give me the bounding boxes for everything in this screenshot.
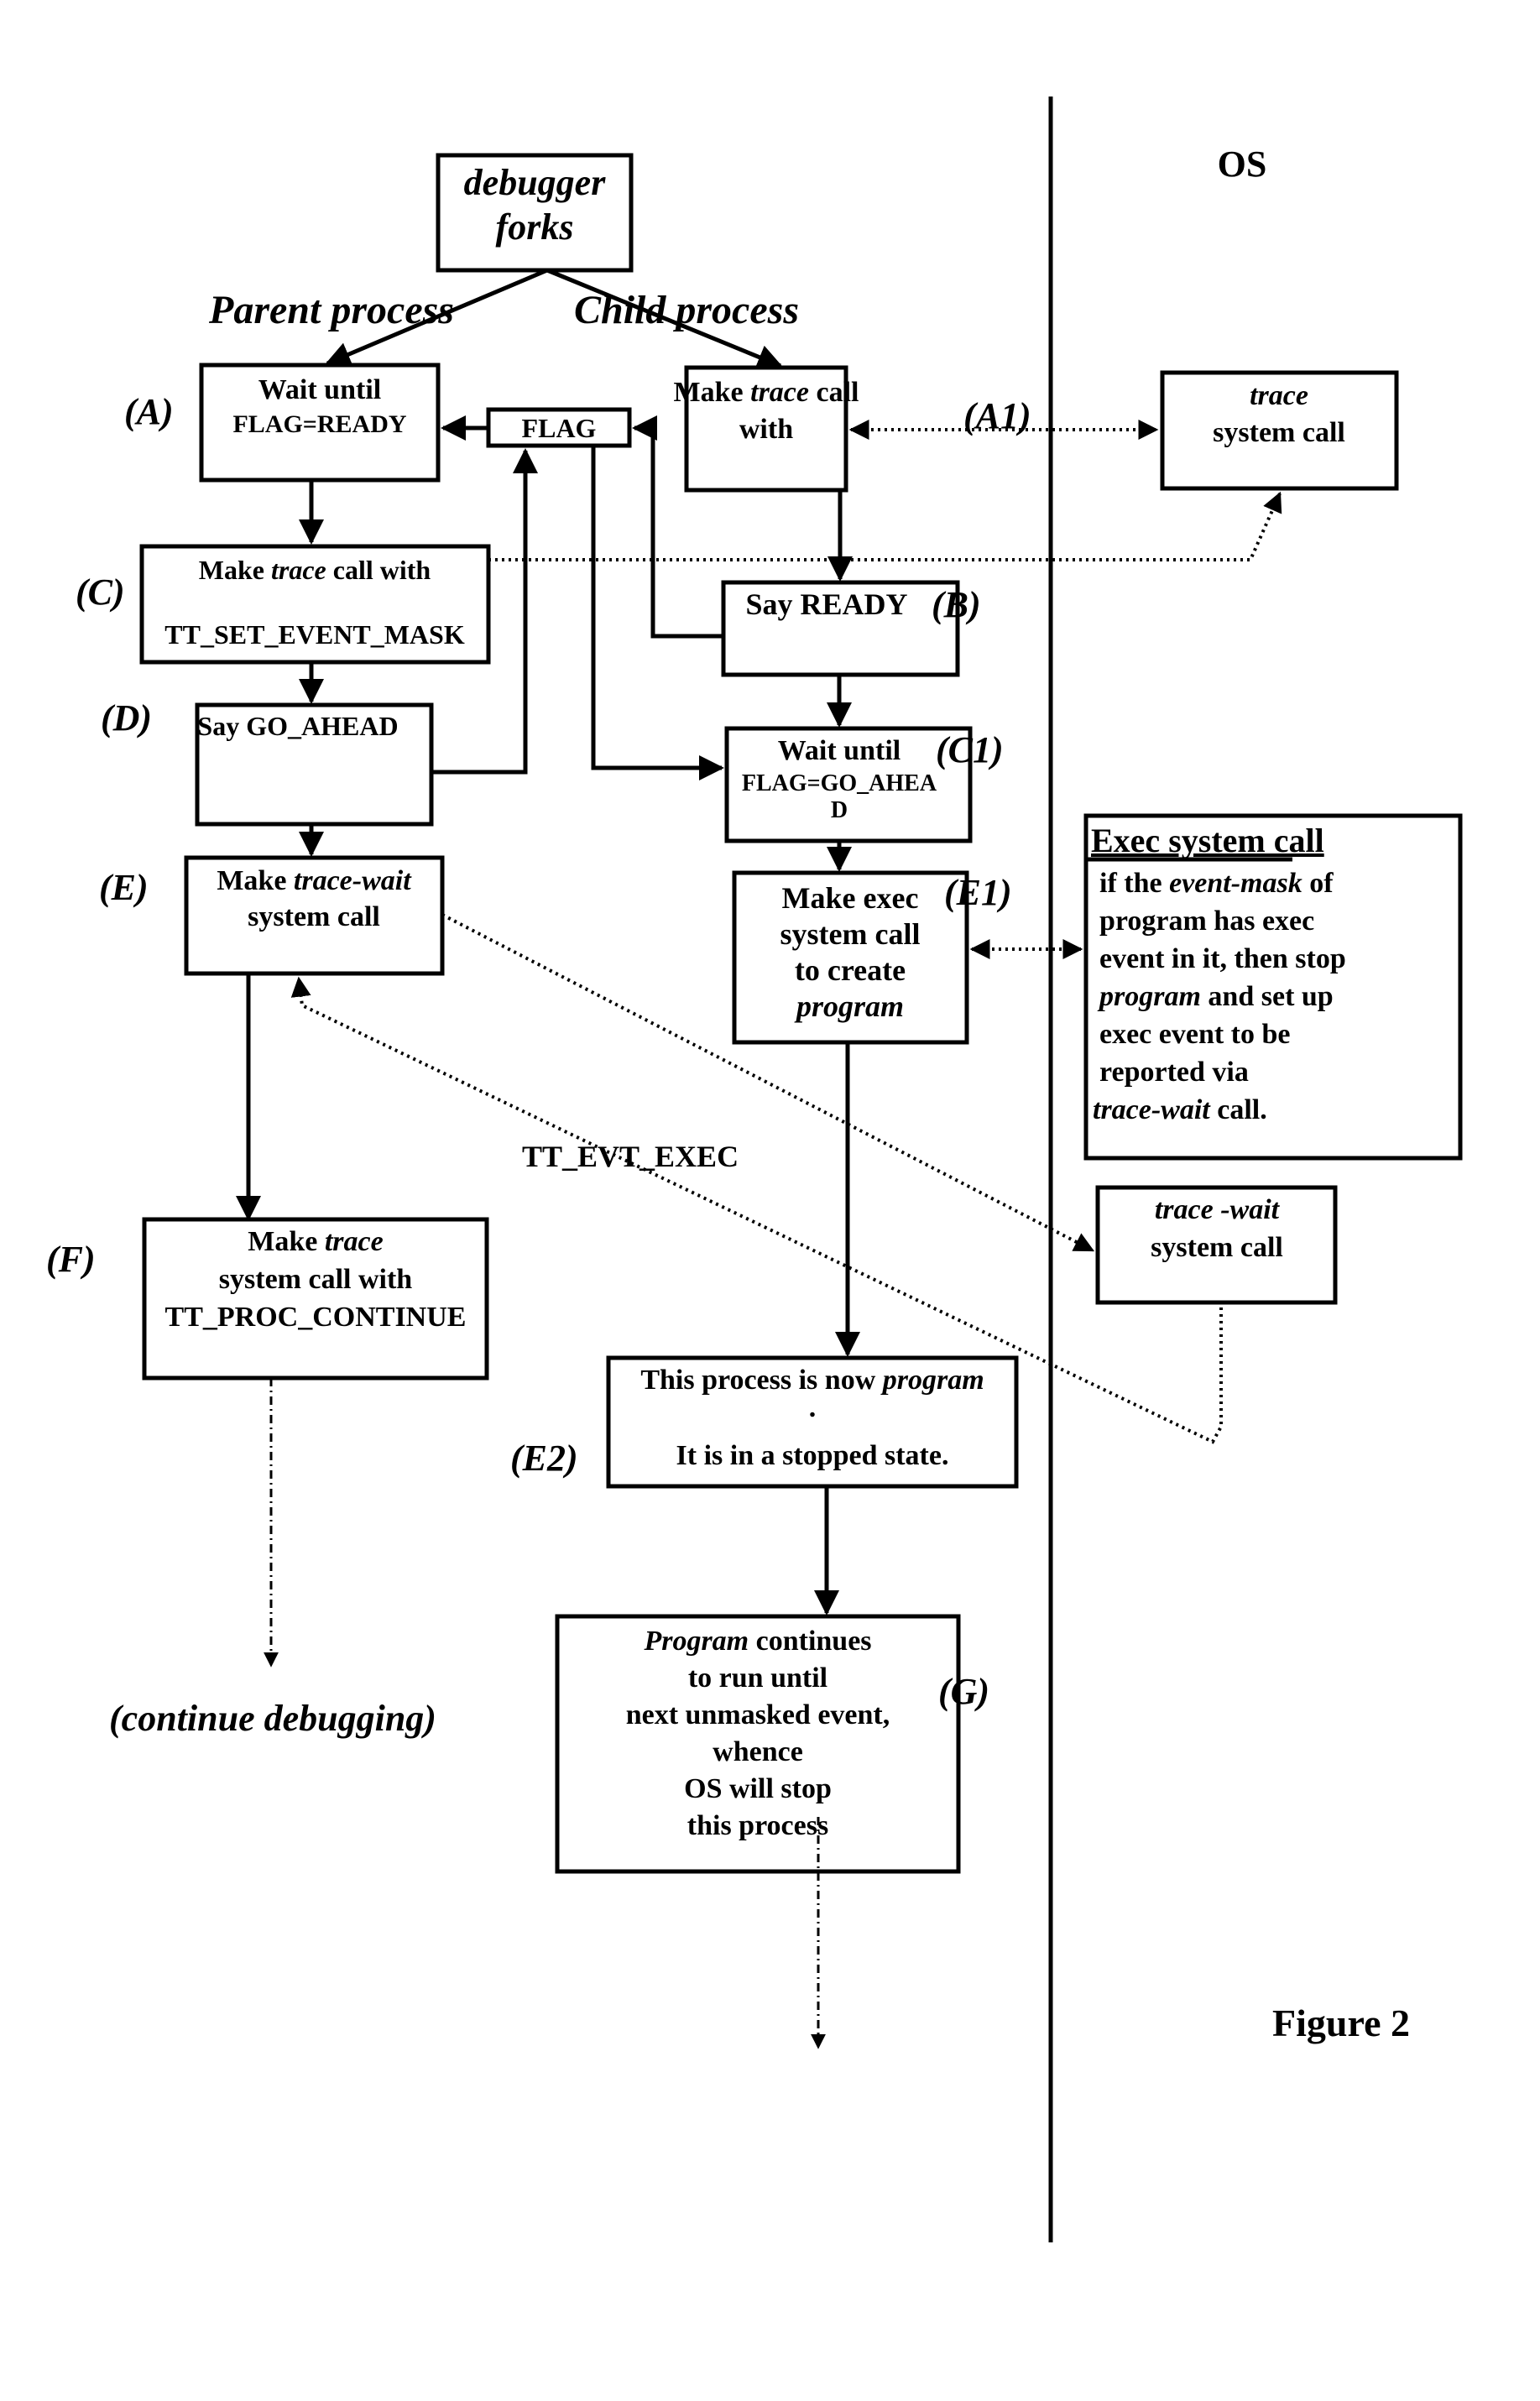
step-e-line-2: system call (248, 901, 380, 932)
flowchart-canvas: OS debugger forks Parent process Child p… (46, 97, 1463, 2242)
step-e1-line-1: Make exec (782, 881, 919, 915)
os-exec-l4-em: program (1097, 981, 1201, 1012)
child-process-label: Child process (574, 288, 799, 332)
step-e-line-1: Make trace-wait (217, 865, 412, 896)
step-label-a: (A) (124, 391, 174, 432)
step-c1-line-1: Wait until (778, 735, 901, 766)
os-exec-line-7: trace-wait call. (1093, 1094, 1267, 1125)
step-c-em: trace (271, 555, 326, 585)
step-f-line-2: system call with (219, 1264, 413, 1295)
step-e-em: trace-wait (294, 865, 412, 896)
step-f-pre: Make (248, 1226, 325, 1257)
fork-line-1: debugger (464, 162, 607, 203)
step-e-pre: Make (217, 865, 294, 896)
os-exec-line-6: reported via (1099, 1057, 1249, 1088)
step-label-d: (D) (101, 697, 152, 739)
step-e2-line-2: It is in a stopped state. (676, 1440, 949, 1471)
step-a-line-2: FLAG=READY (232, 410, 406, 438)
step-a1-post: call (809, 377, 859, 408)
os-exec-l1-em: event-mask (1169, 868, 1302, 899)
os-trace-line-2: system call (1213, 417, 1345, 448)
step-g-line-3: next unmasked event, (626, 1699, 890, 1730)
fork-line-2: forks (496, 206, 574, 248)
step-g-line-2: to run until (688, 1662, 827, 1694)
os-exec-l4-post: and set up (1201, 981, 1334, 1012)
step-c-post: call with (326, 555, 431, 585)
step-c-line-1: Make trace call with (199, 555, 431, 585)
continue-debugging-label: (continue debugging) (109, 1698, 436, 1739)
step-label-c1: (C1) (936, 729, 1004, 770)
flag-to-c1-arrow (591, 446, 724, 780)
flag-label: FLAG (522, 413, 597, 443)
step-e2-pre: This process is now (640, 1365, 882, 1396)
step-d-text: Say GO_AHEAD (197, 711, 398, 741)
os-exec-line-2: program has exec (1099, 906, 1314, 937)
step-c-pre: Make (199, 555, 271, 585)
step-b-text: Say READY (745, 587, 907, 621)
step-e1-line-4: program (794, 989, 904, 1023)
os-exec-l1-post: of (1302, 868, 1334, 899)
os-tracewait-line-2: system call (1151, 1232, 1283, 1263)
step-g-line-1: Program continues (643, 1626, 871, 1657)
step-a1-pre: Make (674, 377, 751, 408)
step-a1-em: trace (750, 377, 809, 408)
step-label-e2: (E2) (510, 1438, 578, 1479)
step-label-c: (C) (76, 572, 125, 613)
step-g-line-4: whence (713, 1736, 803, 1767)
os-exec-title: Exec system call (1091, 822, 1324, 859)
step-a1-line-1: Make trace call (674, 377, 859, 408)
step-g-em: Program (643, 1626, 749, 1657)
event-label: TT_EVT_EXEC (522, 1140, 739, 1173)
step-c1-line-2: FLAG=GO_AHEA (742, 770, 937, 796)
os-exec-line-3: event in it, then stop (1099, 943, 1346, 974)
step-f-em: trace (325, 1226, 384, 1257)
step-label-f: (F) (46, 1239, 96, 1280)
step-label-e: (E) (99, 867, 149, 908)
step-f-line-3: TT_PROC_CONTINUE (165, 1302, 467, 1333)
step-e1-line-3: to create (795, 953, 906, 987)
step-a1-line-2: with (739, 414, 793, 445)
os-exec-l1-pre: if the (1099, 868, 1169, 899)
step-e2-dot: . (809, 1392, 817, 1423)
os-exec-l7-post: call. (1210, 1094, 1267, 1125)
os-exec-line-1: if the event-mask of (1099, 868, 1334, 899)
step-label-g: (G) (938, 1671, 989, 1712)
c-to-os-trace-arrow (488, 491, 1282, 561)
step-label-b: (B) (932, 584, 981, 625)
step-e1-line-2: system call (780, 917, 921, 951)
figure-label: Figure 2 (1272, 2002, 1410, 2044)
os-exec-line-4: program and set up (1097, 981, 1334, 1012)
os-tracewait-line-1: trace -wait (1155, 1194, 1281, 1225)
step-c-line-2: TT_SET_EVENT_MASK (164, 619, 465, 650)
step-e2-line-1: This process is now program (640, 1365, 984, 1396)
step-a-line-1: Wait until (258, 374, 381, 405)
step-g-post: continues (749, 1626, 871, 1657)
os-column-label: OS (1218, 144, 1267, 185)
os-exec-l7-em: trace-wait (1093, 1094, 1211, 1125)
step-e2-em: program (880, 1365, 984, 1396)
step-g-line-6: this process (687, 1810, 828, 1841)
step-f-line-1: Make trace (248, 1226, 383, 1257)
step-label-e1: (E1) (944, 872, 1012, 913)
os-exec-line-5: exec event to be (1099, 1019, 1291, 1050)
step-c1-line-3: D (831, 797, 848, 823)
step-g-line-5: OS will stop (684, 1773, 832, 1804)
os-trace-line-1: trace (1250, 380, 1308, 411)
parent-process-label: Parent process (208, 288, 454, 332)
